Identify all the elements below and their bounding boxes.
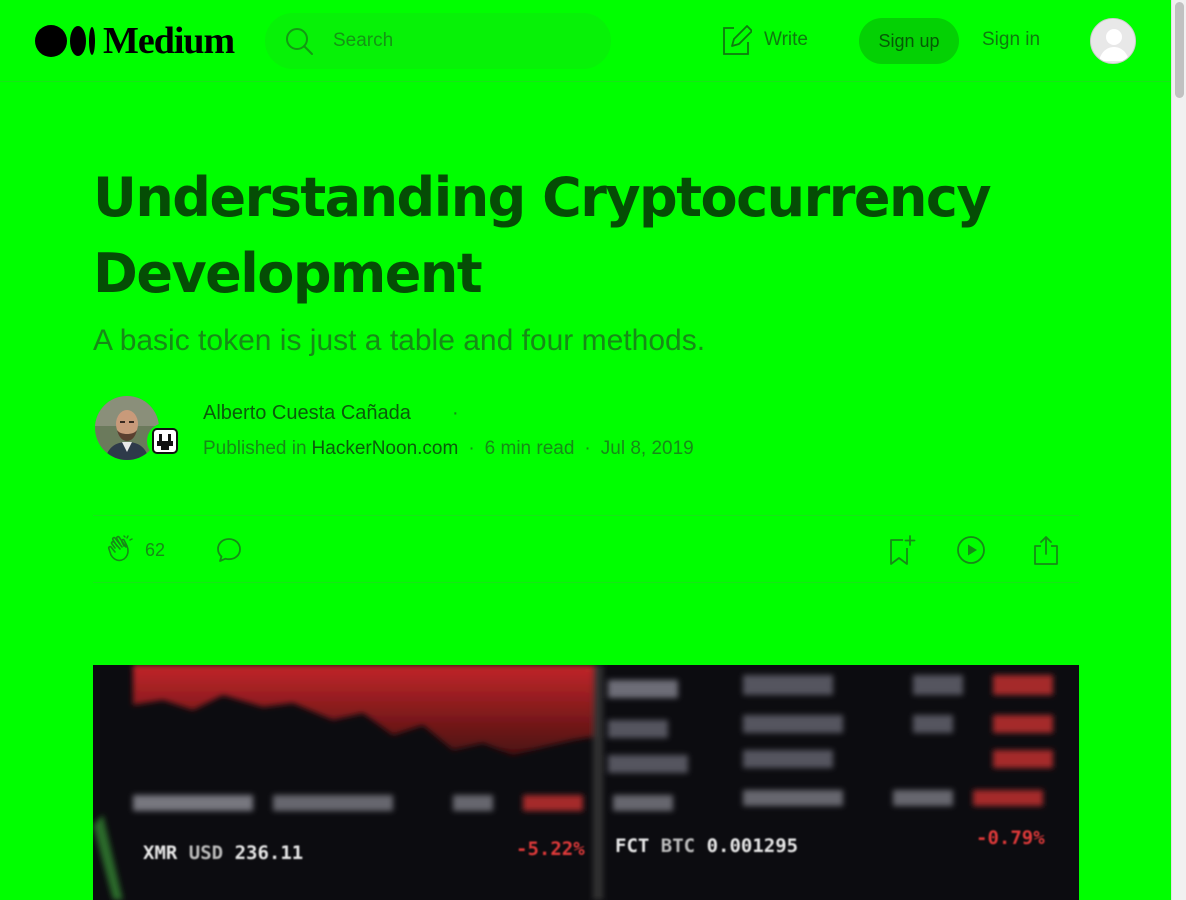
search-input[interactable]: [333, 13, 593, 69]
ticker-left: XMR USD 236.11: [143, 842, 303, 864]
article-meta: Published in HackerNoon.com · 6 min read…: [203, 438, 694, 460]
user-avatar[interactable]: [1090, 18, 1136, 64]
bookmark-add-icon[interactable]: [886, 534, 916, 566]
published-in-label: Published in: [203, 438, 307, 459]
listen-play-icon[interactable]: [956, 535, 986, 565]
sign-up-button[interactable]: Sign up: [859, 18, 959, 64]
read-time: 6 min read: [484, 438, 575, 459]
ticker-right-symbol: FCT: [615, 835, 650, 857]
top-navbar: Medium Write Sign up Sign in: [0, 0, 1171, 82]
search-icon[interactable]: [284, 26, 314, 56]
ticker-left-currency: USD: [188, 842, 224, 864]
article-title: Understanding Cryptocurrency Development: [93, 166, 992, 305]
search-bar[interactable]: [265, 13, 611, 69]
publication-link[interactable]: HackerNoon.com: [312, 438, 459, 460]
meta-separator: ·: [468, 438, 475, 459]
logo-text: Medium: [103, 20, 235, 62]
share-icon[interactable]: [1031, 534, 1061, 566]
article-subtitle: A basic token is just a table and four m…: [93, 324, 706, 357]
ticker-right-value: 0.001295: [706, 835, 799, 857]
ticker-left-value: 236.11: [234, 842, 304, 864]
write-icon: [723, 25, 752, 55]
medium-logo[interactable]: Medium: [35, 20, 235, 62]
ticker-left-symbol: XMR: [143, 842, 178, 864]
author-name-link[interactable]: Alberto Cuesta Cañada: [203, 402, 411, 425]
scrollbar-thumb[interactable]: [1175, 2, 1184, 98]
sign-in-link[interactable]: Sign in: [982, 29, 1040, 51]
write-label: Write: [764, 29, 808, 50]
meta-separator: ·: [584, 438, 591, 459]
page-scrollbar[interactable]: [1171, 0, 1186, 900]
publication-badge[interactable]: [147, 423, 183, 459]
hackernoon-icon: [152, 428, 178, 454]
default-avatar-icon: [1091, 19, 1135, 63]
ticker-right-currency: BTC: [660, 835, 696, 857]
medium-logo-icon: [35, 25, 95, 57]
publish-date: Jul 8, 2019: [600, 438, 694, 459]
ticker-right-change: -0.79%: [976, 827, 1045, 849]
crypto-ticker-image: [93, 665, 1079, 900]
ticker-right: FCT BTC 0.001295: [615, 835, 798, 857]
ticker-left-change: -5.22%: [516, 838, 585, 860]
clap-icon[interactable]: [107, 535, 137, 565]
clap-count: 62: [145, 540, 166, 560]
write-button[interactable]: Write: [720, 24, 808, 56]
comment-icon[interactable]: [215, 536, 243, 564]
article-hero-image: XMR USD 236.11 -5.22% FCT BTC 0.001295 -…: [93, 665, 1079, 900]
article-action-bar: 62: [93, 515, 1079, 583]
author-separator: ·: [452, 402, 459, 424]
